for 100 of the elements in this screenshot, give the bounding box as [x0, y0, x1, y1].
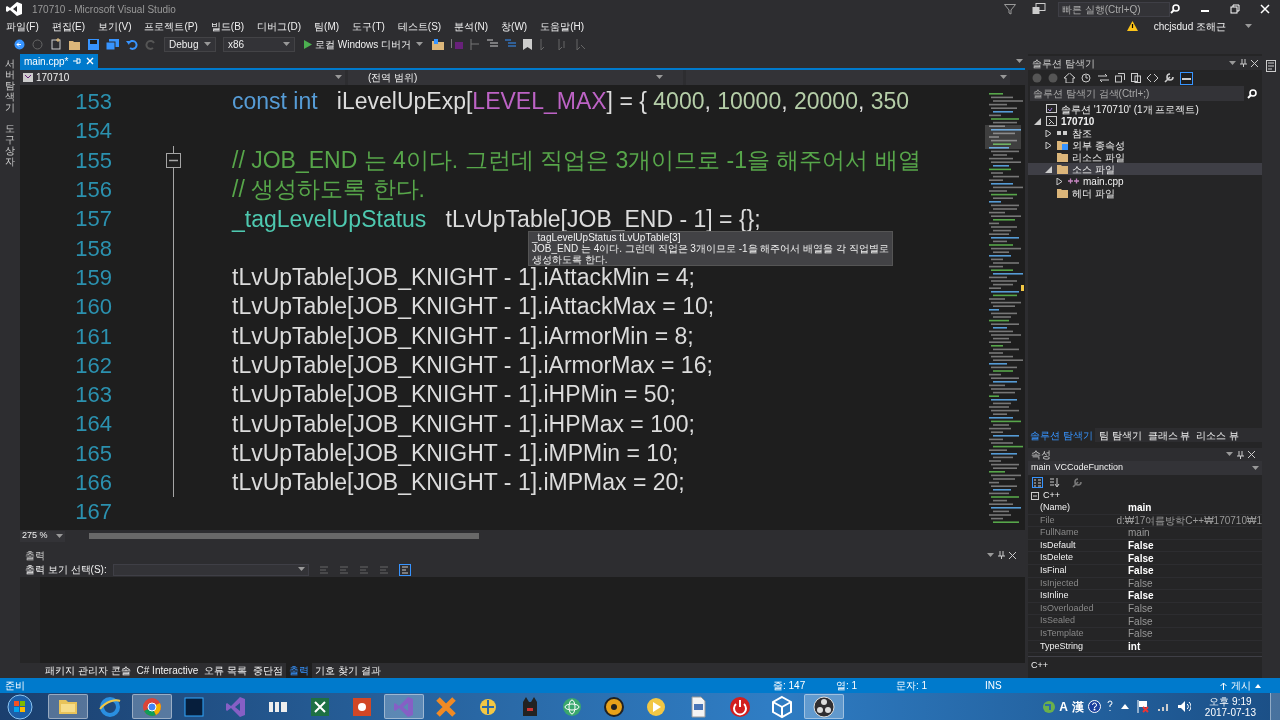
volume-icon[interactable] [1177, 701, 1191, 712]
show-all-files-icon[interactable] [1131, 73, 1141, 83]
caret-icon[interactable] [1245, 23, 1252, 29]
tree-item[interactable]: 참조 [1028, 127, 1262, 139]
menu-item[interactable]: 편집(E) [51, 18, 86, 34]
zoom-dropdown[interactable]: 275 % [20, 530, 65, 542]
categorized-icon[interactable] [1032, 477, 1043, 488]
history-icon[interactable] [1081, 73, 1092, 83]
close-icon[interactable] [1009, 551, 1016, 559]
tab-list-icon[interactable] [1016, 59, 1023, 64]
clock[interactable]: 오후 9:19 2017-07-13 [1204, 695, 1256, 718]
configuration-dropdown[interactable]: Debug [164, 36, 216, 52]
object-dropdown[interactable]: main VCCodeFunction [1028, 461, 1262, 475]
feedback-icon[interactable] [1032, 3, 1046, 15]
tree-item[interactable]: 외부 종속성 [1028, 139, 1262, 151]
panel-tab[interactable]: 출력 [286, 663, 313, 678]
menu-item[interactable]: 창(W) [501, 18, 528, 34]
restore-icon[interactable] [1230, 4, 1240, 14]
menu-item[interactable]: 도움말(H) [540, 18, 585, 34]
expanded-icon[interactable] [1045, 165, 1052, 173]
back-icon[interactable] [14, 38, 25, 50]
pin-icon[interactable] [1237, 450, 1244, 459]
menu-item[interactable]: 팀(M) [314, 18, 340, 34]
show-hidden-icon[interactable] [1120, 704, 1129, 709]
code-icon[interactable] [1147, 73, 1158, 83]
signal-icon[interactable] [1156, 701, 1170, 712]
panel-tab[interactable]: 솔루션 탐색기 [1028, 427, 1095, 443]
expanded-icon[interactable] [1034, 117, 1041, 125]
taskbar-button[interactable] [804, 694, 844, 719]
menu-item[interactable]: 디버그(D) [257, 18, 302, 34]
side-tab[interactable]: 도구 상자 [5, 123, 15, 167]
help-icon[interactable] [1087, 700, 1101, 713]
run-debugger-button[interactable]: 로컬 Windows 디버거 [302, 36, 426, 52]
preview-icon[interactable] [1180, 71, 1193, 85]
caret-icon[interactable] [1226, 452, 1233, 457]
collapse-all-icon[interactable] [1115, 73, 1125, 83]
new-project-icon[interactable] [50, 38, 62, 50]
step-icon[interactable] [451, 38, 464, 50]
tree-item[interactable]: 헤더 파일 [1028, 187, 1262, 199]
menu-item[interactable]: 테스트(S) [397, 18, 442, 34]
input-method-icon[interactable]: 漢 [1071, 697, 1084, 716]
caret-icon[interactable] [987, 552, 994, 558]
tree-item[interactable]: 솔루션 '170710' (1개 프로젝트) [1028, 103, 1262, 115]
sync-icon[interactable] [1098, 73, 1109, 83]
panel-tab[interactable]: 기호 찾기 결과 [312, 663, 384, 678]
collapse-icon[interactable] [1031, 492, 1039, 500]
panel-tab[interactable]: 패키지 관리자 콘솔 [42, 663, 134, 678]
property-value[interactable]: main [1128, 500, 1262, 516]
property-value[interactable]: False [1128, 588, 1262, 604]
filter-icon[interactable] [1004, 3, 1016, 15]
menu-item[interactable]: 빌드(B) [210, 18, 245, 34]
save-all-icon[interactable] [106, 38, 119, 50]
collapsed-icon[interactable] [1045, 141, 1052, 149]
home-icon[interactable] [1064, 73, 1075, 83]
input-method-icon[interactable]: A [1059, 697, 1068, 716]
flag-icon[interactable] [1136, 700, 1149, 713]
close-icon[interactable] [1251, 59, 1258, 67]
undo-icon[interactable] [126, 38, 138, 50]
panel-tab[interactable]: 오류 목록 [201, 663, 251, 678]
close-icon[interactable] [1248, 451, 1255, 458]
project-dropdown[interactable]: 170710 [20, 70, 345, 85]
panel-tab[interactable]: 클래스 뷰 [1145, 427, 1193, 443]
tree-item[interactable]: main.cpp [1028, 175, 1262, 187]
platform-dropdown[interactable]: x86 [223, 36, 295, 52]
quick-launch-field[interactable]: 빠른 실행(Ctrl+Q) [1058, 1, 1170, 17]
bookmark-icon[interactable] [523, 38, 533, 50]
caret-icon[interactable] [1229, 60, 1236, 66]
word-wrap-icon[interactable] [398, 563, 411, 576]
panel-tab[interactable]: 리소스 뷰 [1194, 427, 1242, 443]
menu-item[interactable]: 파일(F) [6, 18, 39, 34]
tree-item[interactable]: 리소스 파일 [1028, 151, 1262, 163]
menu-item[interactable]: 분석(N) [454, 18, 489, 34]
notifications-icon[interactable] [1266, 60, 1276, 72]
bookmark-folder-icon[interactable] [432, 38, 445, 50]
comment-lines-icon[interactable] [487, 39, 499, 49]
publish-button[interactable]: 게시 [1220, 678, 1280, 693]
search-field[interactable]: 솔루션 탐색기 검색(Ctrl+;) [1030, 86, 1244, 101]
menu-item[interactable]: 보기(V) [98, 18, 132, 34]
pin-icon[interactable] [998, 551, 1005, 559]
wrench-icon[interactable] [1164, 73, 1174, 83]
pin-icon[interactable] [1240, 59, 1247, 67]
account-name[interactable]: chcjsdud 조해근 [1153, 18, 1226, 34]
collapsed-icon[interactable] [1056, 177, 1063, 185]
save-icon[interactable] [88, 38, 99, 50]
collapsed-icon[interactable] [1045, 129, 1052, 137]
menu-item[interactable]: 프로젝트(P) [144, 18, 198, 34]
scope-dropdown[interactable]: (전역 범위) [348, 70, 683, 85]
sort-icon[interactable] [1049, 477, 1060, 488]
status-icon[interactable] [1106, 700, 1113, 713]
open-folder-icon[interactable] [69, 38, 81, 50]
side-tab[interactable]: 서버 탐색기 [5, 58, 15, 113]
tree-item[interactable]: 소스 파일 [1028, 163, 1262, 175]
menu-item[interactable]: 도구(T) [352, 18, 385, 34]
document-tab[interactable]: main.cpp* [20, 54, 99, 68]
property-value[interactable]: False [1128, 563, 1262, 579]
panel-tab[interactable]: C# Interactive [133, 663, 202, 678]
tree-item[interactable]: 170710 [1028, 115, 1262, 127]
collapse-icon[interactable] [166, 152, 181, 168]
panel-tab[interactable]: 팀 탐색기 [1096, 427, 1144, 443]
panel-tab[interactable]: 중단점 [250, 663, 287, 678]
